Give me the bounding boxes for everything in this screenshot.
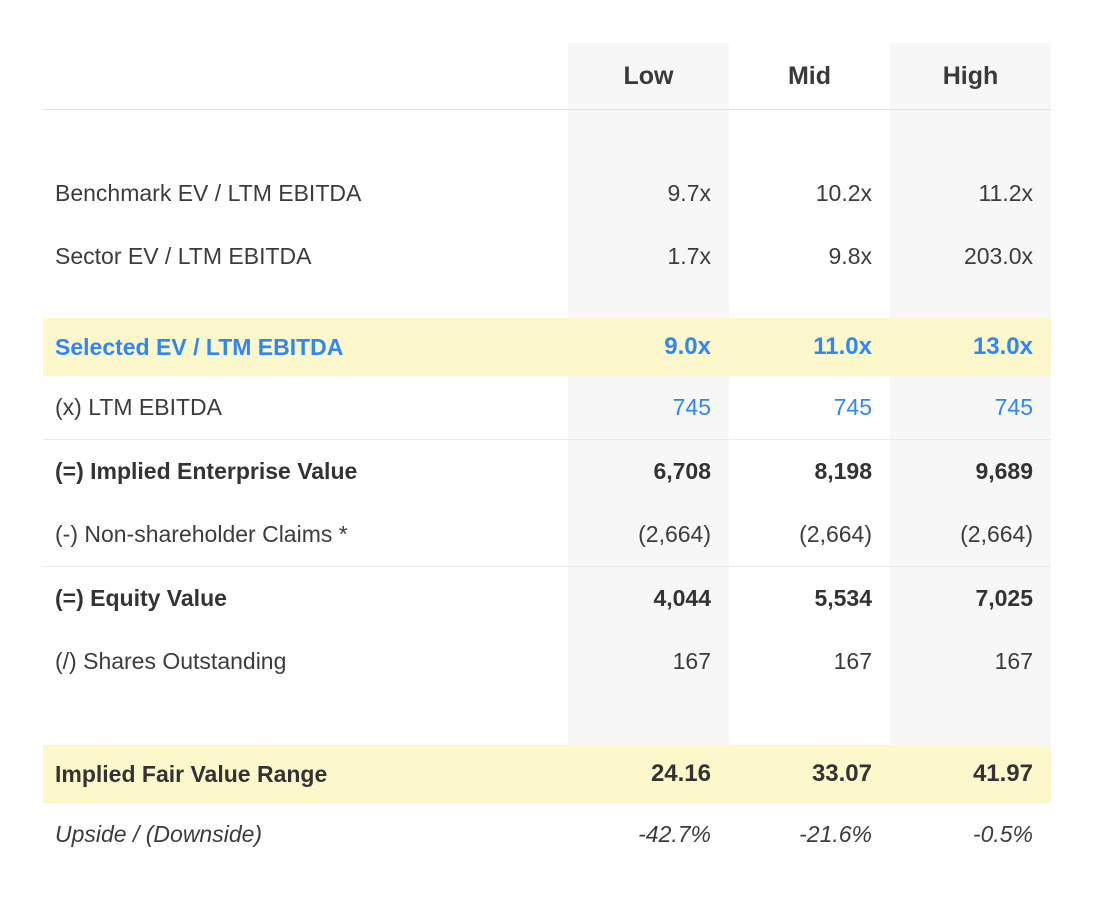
header-label-spacer	[43, 43, 568, 110]
table-row: (=) Implied Enterprise Value 6,708 8,198…	[43, 440, 1051, 504]
row-value-mid: 9.8x	[729, 225, 890, 288]
row-label: (x) LTM EBITDA	[43, 376, 568, 440]
spacer-cell-mid	[729, 110, 890, 163]
spacer-cell-label	[43, 288, 568, 318]
row-value-low: 24.16	[568, 745, 729, 803]
row-label: Benchmark EV / LTM EBITDA	[43, 162, 568, 225]
spacer-cell-low	[568, 288, 729, 318]
table-header-row: Low Mid High	[43, 43, 1051, 110]
spacer-row-before-selected	[43, 288, 1051, 318]
table-row: (-) Non-shareholder Claims * (2,664) (2,…	[43, 503, 1051, 567]
row-value-high: 7,025	[890, 567, 1051, 631]
row-value-high: (2,664)	[890, 503, 1051, 567]
implied-valuation-table: Low Mid High Benchmark EV / LTM EBITDA 9…	[43, 43, 1051, 866]
row-value-low: -42.7%	[568, 803, 729, 866]
row-value-low: (2,664)	[568, 503, 729, 567]
table-row: Sector EV / LTM EBITDA 1.7x 9.8x 203.0x	[43, 225, 1051, 288]
row-value-low: 167	[568, 630, 729, 693]
spacer-row-top	[43, 110, 1051, 163]
spacer-cell-high	[890, 110, 1051, 163]
row-value-high: 13.0x	[890, 318, 1051, 376]
table-row: (=) Equity Value 4,044 5,534 7,025	[43, 567, 1051, 631]
row-value-high: 745	[890, 376, 1051, 440]
column-header-high: High	[890, 43, 1051, 110]
row-label: Upside / (Downside)	[43, 803, 568, 866]
row-value-low: 4,044	[568, 567, 729, 631]
spacer-cell-low	[568, 110, 729, 163]
table-row: Benchmark EV / LTM EBITDA 9.7x 10.2x 11.…	[43, 162, 1051, 225]
row-value-mid: 5,534	[729, 567, 890, 631]
row-value-mid: 11.0x	[729, 318, 890, 376]
spacer-cell-high	[890, 693, 1051, 745]
upside-downside-row: Upside / (Downside) -42.7% -21.6% -0.5%	[43, 803, 1051, 866]
row-value-high: 203.0x	[890, 225, 1051, 288]
row-value-mid: 745	[729, 376, 890, 440]
column-header-mid: Mid	[729, 43, 890, 110]
row-value-mid: 33.07	[729, 745, 890, 803]
row-value-high: 167	[890, 630, 1051, 693]
row-label: (=) Implied Enterprise Value	[43, 440, 568, 504]
spacer-cell-high	[890, 288, 1051, 318]
implied-fair-value-row: Implied Fair Value Range 24.16 33.07 41.…	[43, 745, 1051, 803]
table-row: (/) Shares Outstanding 167 167 167	[43, 630, 1051, 693]
row-value-mid: 167	[729, 630, 890, 693]
row-value-low: 1.7x	[568, 225, 729, 288]
row-value-low: 9.7x	[568, 162, 729, 225]
row-value-high: 41.97	[890, 745, 1051, 803]
row-value-mid: (2,664)	[729, 503, 890, 567]
column-header-low: Low	[568, 43, 729, 110]
spacer-cell-label	[43, 110, 568, 163]
row-label: (-) Non-shareholder Claims *	[43, 503, 568, 567]
valuation-sheet: Low Mid High Benchmark EV / LTM EBITDA 9…	[0, 0, 1104, 902]
row-value-high: 11.2x	[890, 162, 1051, 225]
spacer-cell-label	[43, 693, 568, 745]
spacer-cell-mid	[729, 693, 890, 745]
row-value-mid: 8,198	[729, 440, 890, 504]
row-value-mid: -21.6%	[729, 803, 890, 866]
row-value-low: 6,708	[568, 440, 729, 504]
row-label: (/) Shares Outstanding	[43, 630, 568, 693]
row-value-high: 9,689	[890, 440, 1051, 504]
spacer-cell-low	[568, 693, 729, 745]
row-value-high: -0.5%	[890, 803, 1051, 866]
table-row: (x) LTM EBITDA 745 745 745	[43, 376, 1051, 440]
row-label: (=) Equity Value	[43, 567, 568, 631]
row-value-low: 745	[568, 376, 729, 440]
row-label: Implied Fair Value Range	[43, 745, 568, 803]
row-label: Selected EV / LTM EBITDA	[43, 318, 568, 376]
selected-multiple-row: Selected EV / LTM EBITDA 9.0x 11.0x 13.0…	[43, 318, 1051, 376]
spacer-cell-mid	[729, 288, 890, 318]
row-value-mid: 10.2x	[729, 162, 890, 225]
row-label: Sector EV / LTM EBITDA	[43, 225, 568, 288]
row-value-low: 9.0x	[568, 318, 729, 376]
spacer-row-before-fair-value	[43, 693, 1051, 745]
